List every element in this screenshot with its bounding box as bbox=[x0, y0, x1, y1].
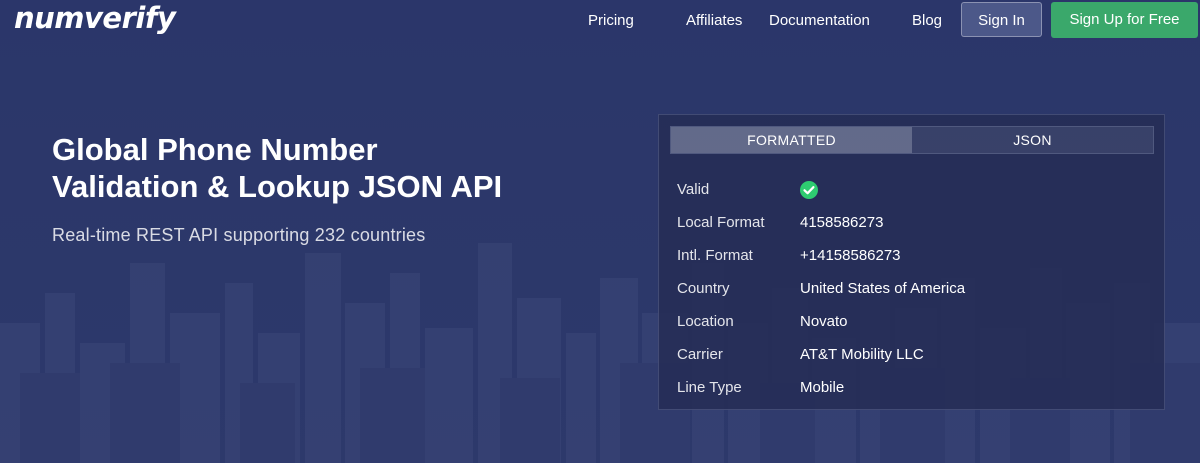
row-label-line-type: Line Type bbox=[677, 379, 742, 396]
result-row-line-type: Line Type Mobile bbox=[677, 371, 1147, 404]
hero-subtitle: Real-time REST API supporting 232 countr… bbox=[52, 225, 426, 245]
tab-json[interactable]: JSON bbox=[912, 127, 1153, 153]
top-navbar: numverify Pricing Affiliates Documentati… bbox=[0, 0, 1200, 42]
result-format-tabs: FORMATTED JSON bbox=[670, 126, 1154, 154]
row-label-location: Location bbox=[677, 313, 734, 330]
result-rows: Valid Local Format 4158586273 Intl. Form… bbox=[677, 173, 1147, 404]
row-label-country: Country bbox=[677, 280, 730, 297]
row-value-line-type: Mobile bbox=[800, 379, 845, 396]
result-row-intl-format: Intl. Format +14158586273 bbox=[677, 239, 1147, 272]
sign-in-button[interactable]: Sign In bbox=[961, 2, 1042, 37]
check-circle-icon bbox=[800, 180, 818, 199]
row-label-local-format: Local Format bbox=[677, 214, 765, 231]
lookup-result-panel: FORMATTED JSON Valid Local Format 415858… bbox=[658, 114, 1165, 410]
nav-link-pricing[interactable]: Pricing bbox=[588, 11, 634, 31]
hero-title-line-2: Validation & Lookup JSON API bbox=[52, 169, 503, 204]
result-row-country: Country United States of America bbox=[677, 272, 1147, 305]
hero-title-line-1: Global Phone Number bbox=[52, 132, 378, 167]
row-label-carrier: Carrier bbox=[677, 346, 723, 363]
nav-link-affiliates[interactable]: Affiliates bbox=[686, 11, 742, 31]
nav-link-blog[interactable]: Blog bbox=[912, 11, 942, 31]
result-row-carrier: Carrier AT&T Mobility LLC bbox=[677, 338, 1147, 371]
row-value-location: Novato bbox=[800, 313, 848, 330]
nav-link-documentation[interactable]: Documentation bbox=[769, 11, 870, 31]
row-value-local-format: 4158586273 bbox=[800, 214, 884, 231]
row-label-intl-format: Intl. Format bbox=[677, 247, 753, 264]
numverify-logo[interactable]: numverify bbox=[14, 0, 176, 36]
hero-title: Global Phone Number Validation & Lookup … bbox=[52, 131, 572, 205]
result-row-local-format: Local Format 4158586273 bbox=[677, 206, 1147, 239]
result-row-valid: Valid bbox=[677, 173, 1147, 206]
tab-formatted[interactable]: FORMATTED bbox=[671, 127, 912, 153]
row-value-country: United States of America bbox=[800, 280, 966, 297]
sign-up-button[interactable]: Sign Up for Free bbox=[1051, 2, 1198, 38]
row-value-carrier: AT&T Mobility LLC bbox=[800, 346, 924, 363]
row-label-valid: Valid bbox=[677, 181, 710, 198]
result-row-location: Location Novato bbox=[677, 305, 1147, 338]
row-value-valid bbox=[800, 180, 818, 199]
row-value-intl-format: +14158586273 bbox=[800, 247, 901, 264]
